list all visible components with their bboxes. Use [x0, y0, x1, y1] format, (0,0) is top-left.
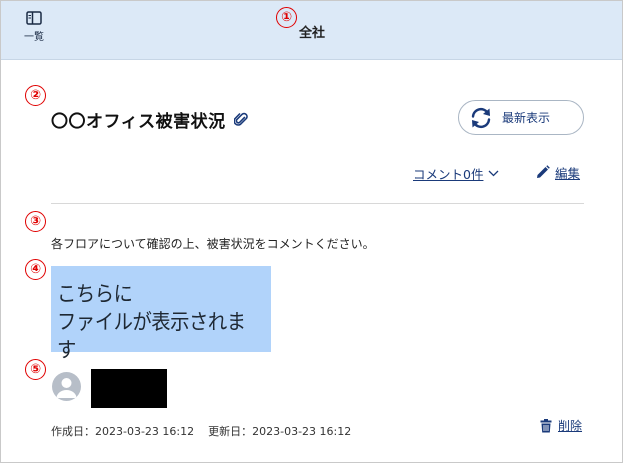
marker-1: ① — [276, 7, 297, 28]
post-title: 〇〇オフィス被害状況 — [51, 107, 248, 132]
paperclip-icon — [233, 112, 248, 127]
list-button[interactable]: 一覧 — [17, 11, 51, 51]
comments-toggle[interactable]: コメント0件 — [413, 164, 499, 183]
edit-button[interactable]: 編集 — [535, 163, 580, 182]
post-title-text: 〇〇オフィス被害状況 — [51, 112, 226, 132]
divider — [51, 203, 584, 204]
refresh-button[interactable]: 最新表示 — [458, 100, 584, 135]
header-bar: 一覧 ① 全社 — [1, 1, 622, 60]
file-placeholder-line-1: こちらに — [57, 282, 133, 306]
file-placeholder-line-2: ファイルが表示されます — [57, 310, 246, 362]
edit-button-label: 編集 — [555, 166, 581, 181]
page-title: 全社 — [299, 26, 326, 41]
trash-icon — [540, 418, 552, 433]
delete-button-label: 削除 — [558, 419, 583, 433]
comments-toggle-label: コメント0件 — [413, 167, 484, 182]
sidebar-panel-icon — [17, 11, 51, 25]
refresh-icon — [469, 107, 493, 129]
chevron-down-icon — [488, 170, 499, 177]
marker-5: ⑤ — [25, 359, 46, 380]
list-button-label: 一覧 — [24, 32, 44, 43]
file-preview-area[interactable]: こちらに ファイルが表示されます — [51, 266, 271, 362]
created-date: 作成日：2023-03-23 16:12 — [51, 425, 195, 438]
post-meta: 作成日：2023-03-23 16:12 更新日：2023-03-23 16:12 — [51, 423, 351, 439]
marker-4: ④ — [25, 259, 46, 280]
marker-2: ② — [25, 85, 46, 106]
delete-button[interactable]: 削除 — [540, 417, 582, 434]
pencil-icon — [535, 165, 550, 180]
redacted-author-name — [91, 369, 167, 408]
user-avatar-icon — [52, 372, 81, 401]
refresh-button-label: 最新表示 — [502, 111, 551, 125]
marker-3: ③ — [25, 211, 46, 232]
updated-date: 更新日：2023-03-23 16:12 — [208, 425, 352, 438]
post-description: 各フロアについて確認の上、被害状況をコメントください。 — [51, 237, 375, 251]
